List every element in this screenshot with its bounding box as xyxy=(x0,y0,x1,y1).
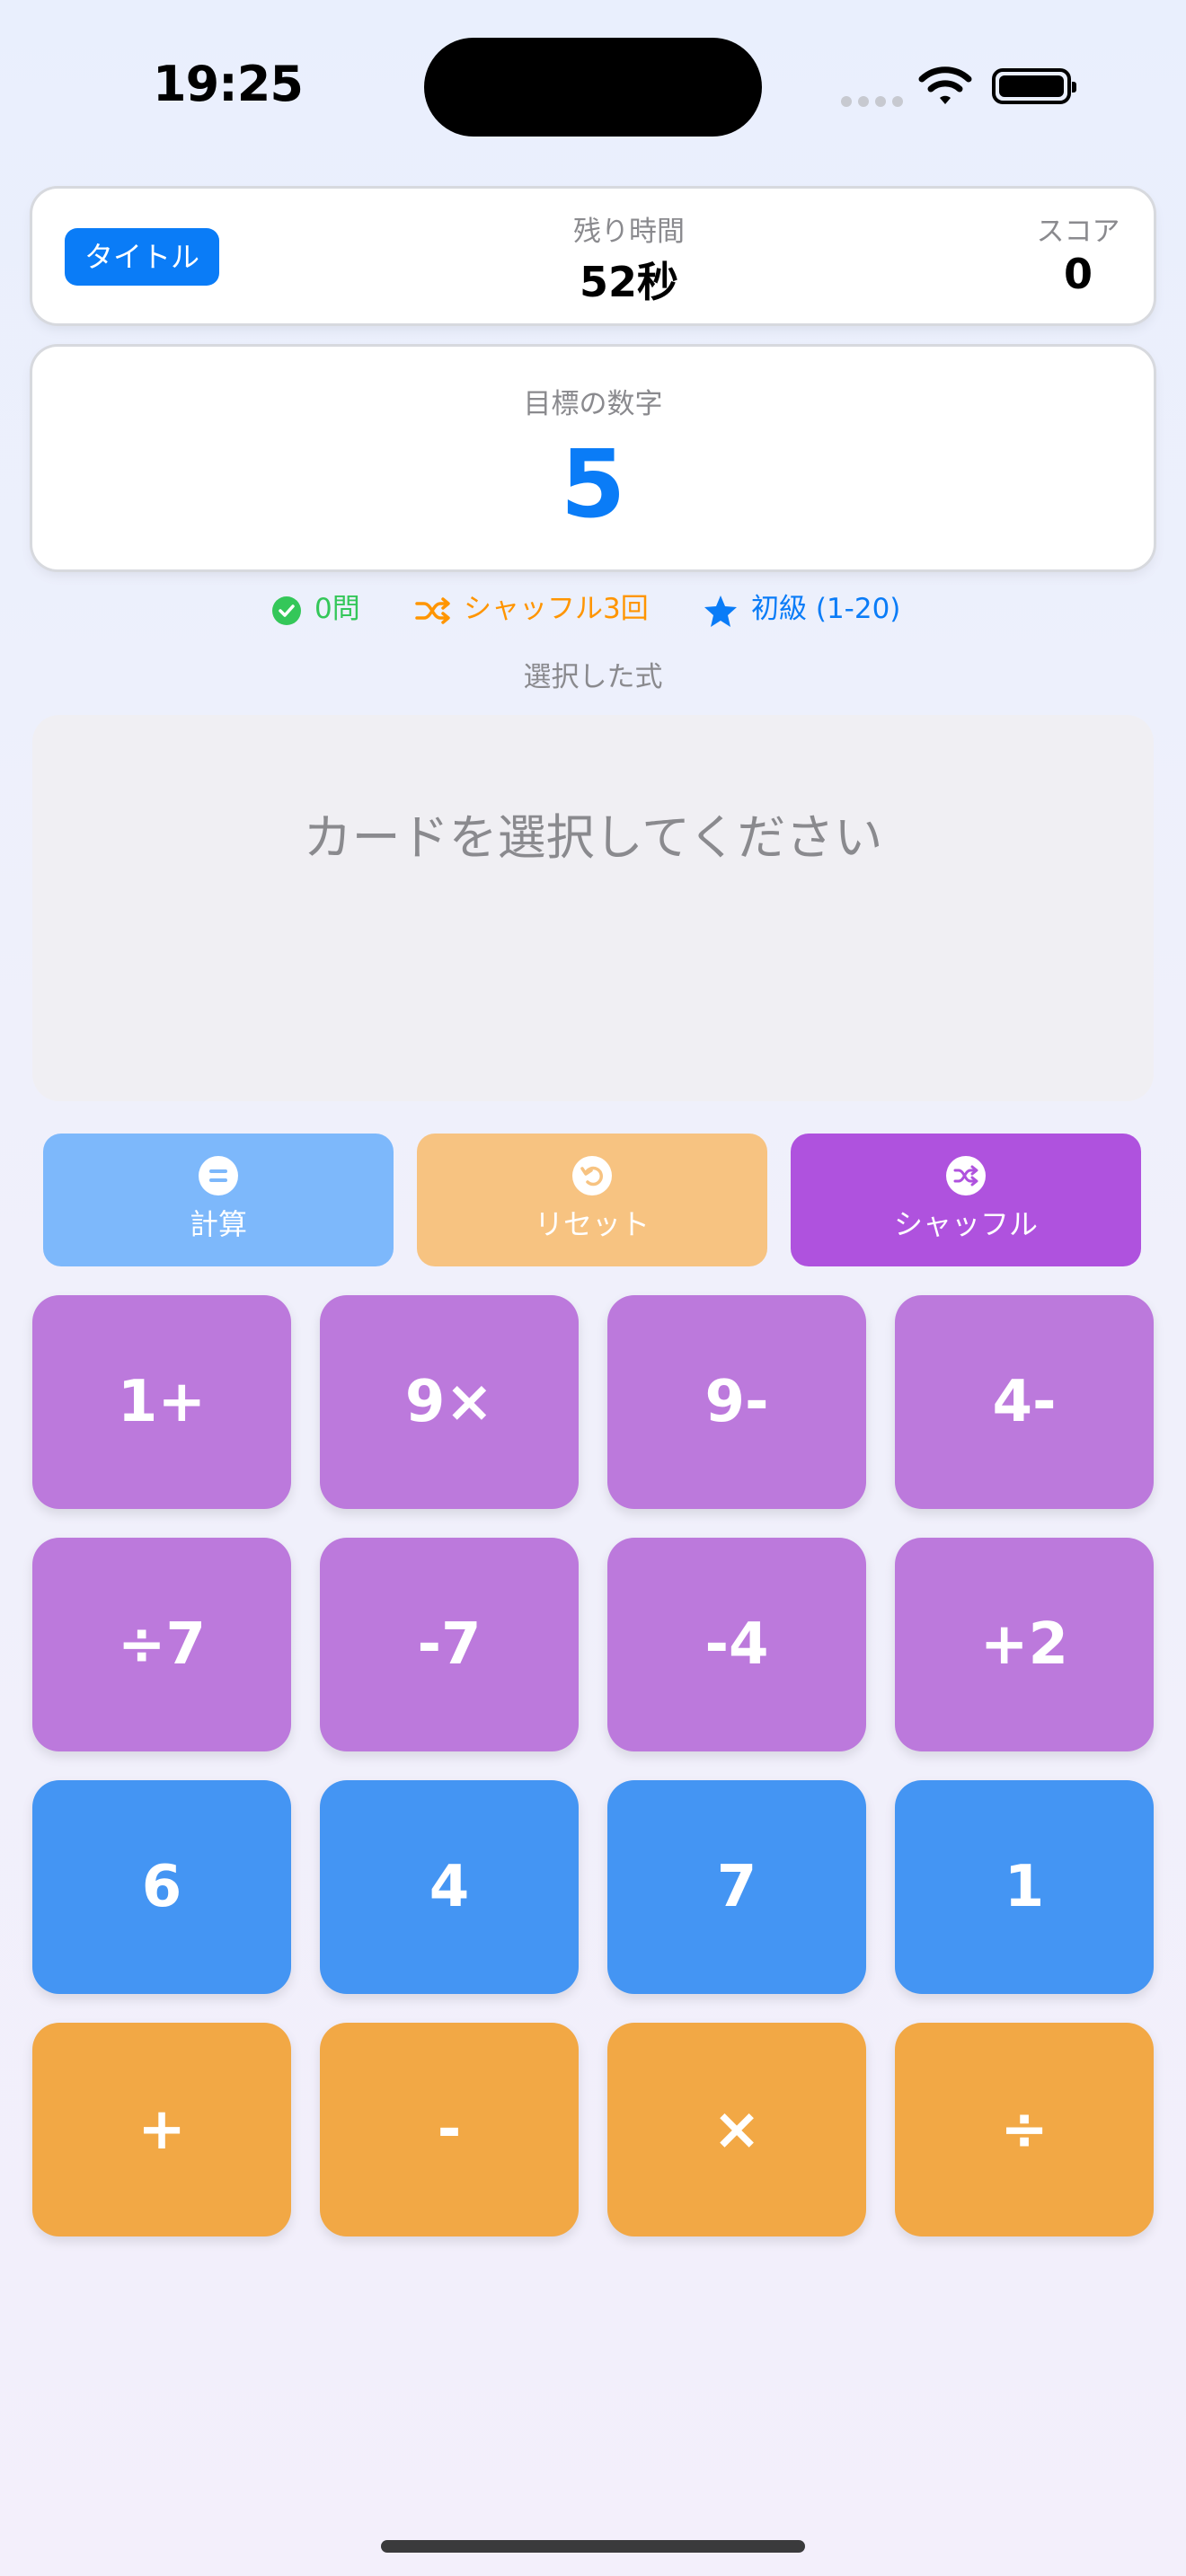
difficulty-level-text: 初級 (1-20) xyxy=(751,593,901,625)
selected-expression-label: 選択した式 xyxy=(523,661,663,693)
operator-card-multiply[interactable]: × xyxy=(607,2023,866,2236)
operation-card[interactable]: 1+ xyxy=(32,1295,291,1509)
solved-count: 0問 xyxy=(271,589,360,629)
operation-card[interactable]: +2 xyxy=(895,1538,1154,1751)
battery-icon xyxy=(992,68,1076,104)
checkmark-circle-icon xyxy=(272,595,301,625)
shuffle-count-text: シャッフル3回 xyxy=(464,593,649,625)
score-label: スコア xyxy=(1036,216,1120,248)
number-card[interactable]: 4 xyxy=(320,1780,579,1994)
target-number: 5 xyxy=(560,429,626,539)
operator-card-plus[interactable]: + xyxy=(32,2023,291,2236)
title-button[interactable]: タイトル xyxy=(65,228,219,286)
time-remaining-value: 52秒 xyxy=(579,258,678,306)
operator-card-minus[interactable]: - xyxy=(320,2023,579,2236)
number-card[interactable]: 1 xyxy=(895,1780,1154,1994)
number-card[interactable]: 7 xyxy=(607,1780,866,1994)
operation-card[interactable]: 9× xyxy=(320,1295,579,1509)
shuffle-label: シャッフル xyxy=(893,1207,1038,1241)
score-value: 0 xyxy=(1063,250,1093,298)
calculate-label: 計算 xyxy=(189,1207,247,1241)
shuffle-button[interactable]: シャッフル xyxy=(791,1134,1141,1266)
expression-placeholder: カードを選択してください xyxy=(303,809,883,866)
undo-circle-icon xyxy=(572,1156,612,1195)
wifi-icon xyxy=(918,66,972,104)
operation-card[interactable]: 4- xyxy=(895,1295,1154,1509)
status-time: 19:25 xyxy=(153,56,304,112)
star-icon xyxy=(704,595,737,627)
shuffle-icon xyxy=(415,596,450,624)
dynamic-island xyxy=(424,38,762,137)
reset-button[interactable]: リセット xyxy=(417,1134,767,1266)
number-card[interactable]: 6 xyxy=(32,1780,291,1994)
solved-count-text: 0問 xyxy=(314,593,360,625)
operator-card-divide[interactable]: ÷ xyxy=(895,2023,1154,2236)
home-indicator[interactable] xyxy=(381,2540,805,2553)
shuffle-circle-icon xyxy=(946,1156,986,1195)
operation-card[interactable]: -7 xyxy=(320,1538,579,1751)
calculate-button[interactable]: 計算 xyxy=(43,1134,394,1266)
operation-card[interactable]: -4 xyxy=(607,1538,866,1751)
time-remaining-label: 残り時間 xyxy=(573,216,685,248)
reset-label: リセット xyxy=(534,1207,650,1241)
cellular-signal-icon xyxy=(841,93,909,110)
expression-display xyxy=(32,715,1154,1101)
shuffle-count: シャッフル3回 xyxy=(415,589,649,629)
operation-card[interactable]: ÷7 xyxy=(32,1538,291,1751)
difficulty-level: 初級 (1-20) xyxy=(703,589,900,629)
target-label: 目標の数字 xyxy=(523,388,663,420)
operation-card[interactable]: 9- xyxy=(607,1295,866,1509)
equal-circle-icon xyxy=(199,1156,238,1195)
